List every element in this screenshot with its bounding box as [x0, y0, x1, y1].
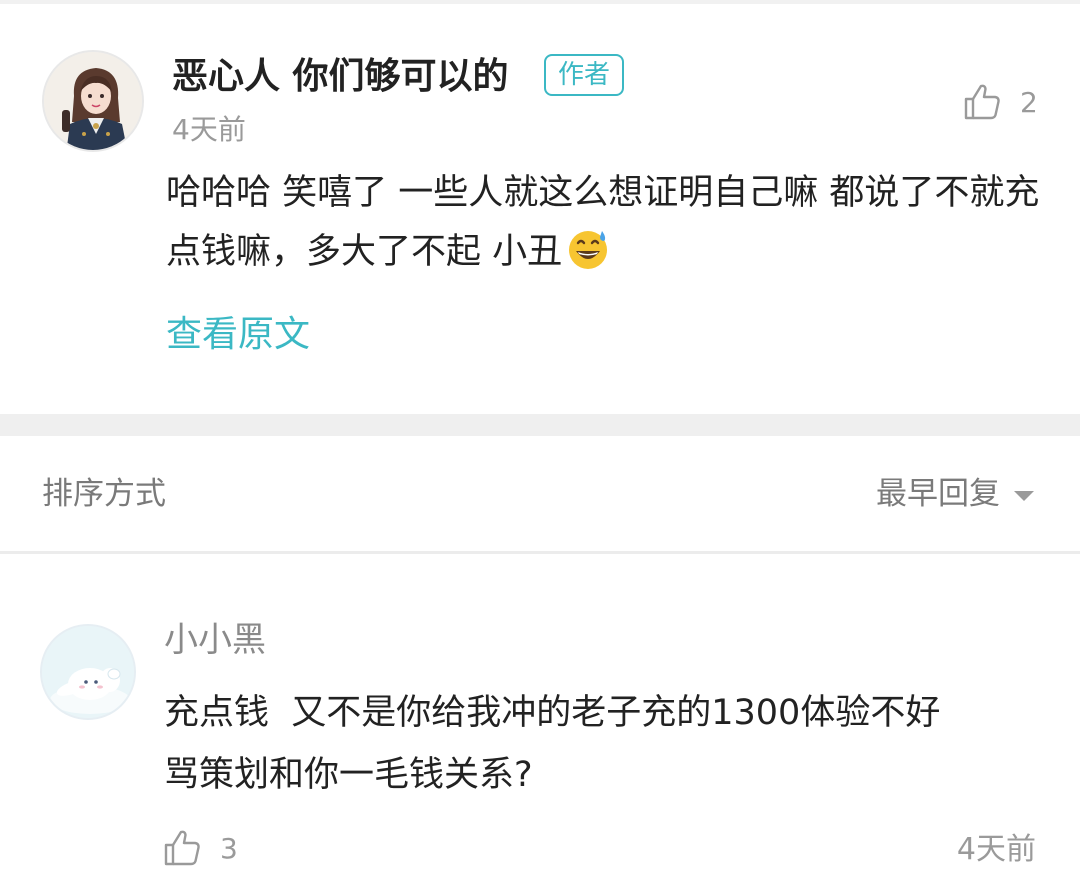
view-original-link[interactable]: 查看原文	[166, 310, 310, 360]
author-name[interactable]: 恶心人 你们够可以的	[172, 54, 509, 100]
author-badge: 作者	[544, 54, 625, 96]
reply-author-name[interactable]: 小小黑	[164, 618, 266, 662]
main-comment: 恶心人 你们够可以的 作者 4天前 2 哈哈哈 笑嘻了 一些人就这么想证明自己嘛…	[0, 4, 1080, 414]
section-divider	[0, 414, 1080, 436]
reply-item: 小小黑 充点钱 又不是你给我冲的老子充的1300体验不好 骂策划和你一毛钱关系?…	[0, 554, 1080, 876]
thumbs-up-icon	[164, 830, 200, 866]
reply-timestamp: 4天前	[956, 832, 1036, 867]
thumbs-up-icon	[964, 84, 1000, 120]
reply-text: 充点钱 又不是你给我冲的老子充的1300体验不好 骂策划和你一毛钱关系?	[164, 682, 1044, 806]
sort-dropdown[interactable]: 最早回复	[876, 474, 1034, 514]
like-button[interactable]: 2	[962, 78, 1038, 126]
reply-avatar[interactable]	[40, 624, 136, 720]
reply-text-line: 骂策划和你一毛钱关系?	[164, 755, 533, 795]
avatar-illustration-icon	[44, 52, 142, 150]
like-count: 2	[1020, 85, 1038, 119]
sort-bar: 排序方式 最早回复	[0, 436, 1080, 552]
sort-selected-value: 最早回复	[876, 476, 1000, 512]
avatar-puppy-icon	[42, 626, 134, 718]
comment-text: 哈哈哈 笑嘻了 一些人就这么想证明自己嘛 都说了不就充点钱嘛，多大了不起 小丑	[166, 164, 1046, 282]
caret-down-icon	[1014, 491, 1034, 501]
comment-timestamp: 4天前	[172, 113, 246, 146]
reply-text-line: 充点钱 又不是你给我冲的老子充的1300体验不好	[164, 693, 941, 733]
grinning-sweat-emoji-icon	[569, 231, 608, 269]
sort-label: 排序方式	[42, 476, 166, 512]
reply-like-button[interactable]: 3	[162, 824, 238, 872]
avatar[interactable]	[42, 50, 144, 152]
reply-like-count: 3	[220, 831, 238, 865]
